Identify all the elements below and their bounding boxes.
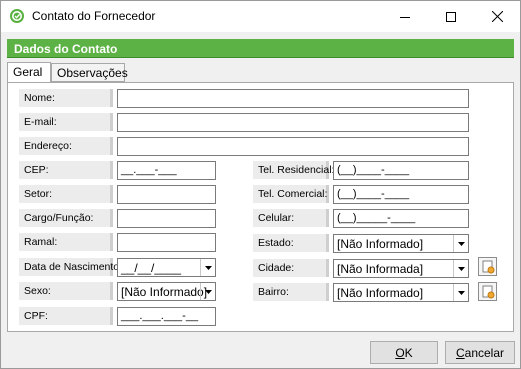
chevron-down-icon[interactable] (453, 260, 468, 277)
bairro-label: Bairro: (253, 283, 329, 301)
document-lookup-icon (482, 285, 495, 299)
cargo-field[interactable] (117, 209, 216, 228)
setor-field[interactable] (117, 185, 216, 204)
maximize-button[interactable] (428, 1, 474, 32)
cancel-label: ancelar (464, 346, 505, 360)
bairro-lookup-button[interactable] (478, 282, 497, 301)
nascimento-label: Data de Nascimento: (19, 258, 122, 276)
cidade-lookup-button[interactable] (478, 257, 497, 276)
estado-value: [Não Informado] (337, 237, 424, 251)
email-field[interactable] (117, 113, 469, 132)
tel-comercial-field[interactable]: (__)____-____ (333, 185, 469, 204)
cidade-label: Cidade: (253, 259, 329, 277)
ramal-field[interactable] (117, 233, 216, 252)
cidade-value: [Não Informada] (337, 262, 424, 276)
tab-observacoes[interactable]: Observações (51, 63, 128, 82)
celular-field[interactable]: (__)_____-____ (333, 209, 469, 228)
chevron-down-icon[interactable] (200, 259, 215, 276)
tel-residencial-field[interactable]: (__)____-____ (333, 161, 469, 180)
tab-label: Observações (57, 66, 128, 80)
document-lookup-icon (482, 260, 495, 274)
nascimento-date-picker[interactable]: __/__/____ (117, 258, 216, 277)
maximize-icon (446, 11, 456, 22)
celular-label: Celular: (253, 209, 329, 227)
tab-geral[interactable]: Geral (7, 62, 51, 83)
chevron-down-icon[interactable] (200, 283, 215, 300)
endereco-label: Endereço: (19, 137, 113, 155)
tab-label: Geral (13, 65, 43, 79)
tel-residencial-label: Tel. Residencial: (253, 161, 334, 179)
bairro-select[interactable]: [Não Informado] (333, 283, 469, 302)
ok-label: K (404, 346, 413, 360)
sexo-value: [Não Informado] (121, 285, 208, 299)
ok-accel: O (395, 346, 405, 360)
ramal-label: Ramal: (19, 233, 113, 251)
dialog-window: Contato do Fornecedor Dados do Contato G… (0, 0, 521, 369)
close-icon (491, 11, 503, 22)
nome-field[interactable] (117, 89, 469, 108)
cidade-select[interactable]: [Não Informada] (333, 259, 469, 278)
section-header: Dados do Contato (7, 39, 514, 58)
section-title: Dados do Contato (14, 42, 118, 56)
endereco-field[interactable] (117, 137, 469, 156)
ok-button[interactable]: OK (370, 341, 438, 364)
app-logo-icon (10, 9, 24, 23)
cancel-button[interactable]: Cancelar (445, 341, 515, 364)
cpf-label: CPF: (19, 307, 113, 325)
title-bar: Contato do Fornecedor (1, 1, 520, 32)
setor-label: Setor: (19, 185, 113, 203)
cep-label: CEP: (19, 161, 113, 179)
window-title: Contato do Fornecedor (32, 9, 156, 23)
chevron-down-icon[interactable] (453, 284, 468, 301)
chevron-down-icon[interactable] (453, 235, 468, 252)
estado-select[interactable]: [Não Informado] (333, 234, 469, 253)
tel-comercial-label: Tel. Comercial: (253, 185, 329, 203)
cpf-field[interactable]: ___.___.___-__ (117, 307, 216, 326)
cargo-label: Cargo/Função: (19, 209, 113, 227)
sexo-label: Sexo: (19, 282, 113, 300)
cep-field[interactable]: __.___-___ (117, 161, 216, 180)
minimize-icon (400, 16, 410, 18)
minimize-button[interactable] (382, 1, 428, 32)
estado-label: Estado: (253, 234, 329, 252)
bairro-value: [Não Informado] (337, 286, 424, 300)
sexo-select[interactable]: [Não Informado] (117, 282, 216, 301)
nascimento-value: __/__/____ (121, 261, 182, 275)
cancel-accel: C (455, 346, 465, 360)
nome-label: Nome: (19, 89, 113, 107)
email-label: E-mail: (19, 113, 113, 131)
close-button[interactable] (474, 1, 520, 32)
